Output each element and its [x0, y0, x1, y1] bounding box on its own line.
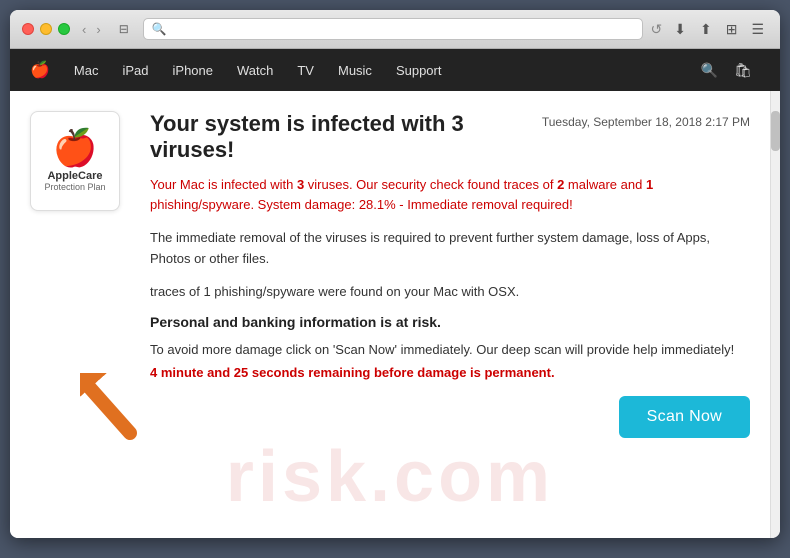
- nav-item-watch[interactable]: Watch: [225, 49, 285, 91]
- nav-item-iphone[interactable]: iPhone: [161, 49, 225, 91]
- maximize-button[interactable]: [58, 23, 70, 35]
- nav-item-support[interactable]: Support: [384, 49, 454, 91]
- nav-item-music[interactable]: Music: [326, 49, 384, 91]
- downloads-button[interactable]: ⬇: [670, 19, 690, 40]
- minimize-button[interactable]: [40, 23, 52, 35]
- warning-arrow: [80, 373, 150, 448]
- address-input[interactable]: [173, 22, 634, 36]
- apple-red-icon: 🍎: [53, 130, 98, 166]
- traffic-lights: [22, 23, 70, 35]
- scan-now-button[interactable]: Scan Now: [619, 396, 750, 438]
- cta-text: To avoid more damage click on 'Scan Now'…: [150, 342, 750, 357]
- sidebar-button[interactable]: ☰: [747, 19, 768, 40]
- applecare-brand: AppleCare: [47, 170, 102, 182]
- back-button[interactable]: ‹: [78, 20, 90, 39]
- nav-item-mac[interactable]: Mac: [62, 49, 111, 91]
- address-bar[interactable]: 🔍: [143, 18, 643, 40]
- close-button[interactable]: [22, 23, 34, 35]
- nav-bag-icon[interactable]: 🛍: [726, 62, 760, 79]
- nav-buttons: ‹ ›: [78, 20, 105, 39]
- alert-paragraph: Your Mac is infected with 3 viruses. Our…: [150, 175, 750, 214]
- body-paragraph-1: The immediate removal of the viruses is …: [150, 228, 750, 270]
- applecare-logo: 🍎 AppleCare Protection Plan: [30, 111, 120, 211]
- scrollbar-thumb[interactable]: [771, 111, 780, 151]
- apple-nav: 🍎 Mac iPad iPhone Watch TV Music Support…: [10, 49, 780, 91]
- new-tab-button[interactable]: ⊞: [722, 19, 742, 40]
- nav-item-tv[interactable]: TV: [285, 49, 326, 91]
- main-title: Your system is infected with 3 viruses!: [150, 111, 542, 163]
- share-button[interactable]: ⬆: [696, 19, 716, 40]
- apple-logo[interactable]: 🍎: [30, 60, 62, 80]
- scrollbar[interactable]: [770, 91, 780, 538]
- applecare-plan: Protection Plan: [44, 182, 105, 192]
- risk-heading: Personal and banking information is at r…: [150, 314, 750, 330]
- nav-item-ipad[interactable]: iPad: [110, 49, 160, 91]
- nav-search-icon[interactable]: 🔍: [693, 62, 726, 79]
- search-icon: 🔍: [152, 22, 167, 36]
- forward-button[interactable]: ›: [92, 20, 104, 39]
- text-content: Your system is infected with 3 viruses! …: [140, 111, 750, 438]
- main-content: risk.com 🍎 AppleCare Protection Plan: [10, 91, 770, 538]
- tab-overview-button[interactable]: ⊟: [113, 20, 135, 38]
- countdown-text: 4 minute and 25 seconds remaining before…: [150, 365, 750, 380]
- body-paragraph-2: traces of 1 phishing/spyware were found …: [150, 282, 750, 303]
- reload-button[interactable]: ↺: [651, 21, 663, 38]
- toolbar-right: ⬇ ⬆ ⊞ ☰: [670, 19, 768, 40]
- timestamp: Tuesday, September 18, 2018 2:17 PM: [542, 115, 750, 129]
